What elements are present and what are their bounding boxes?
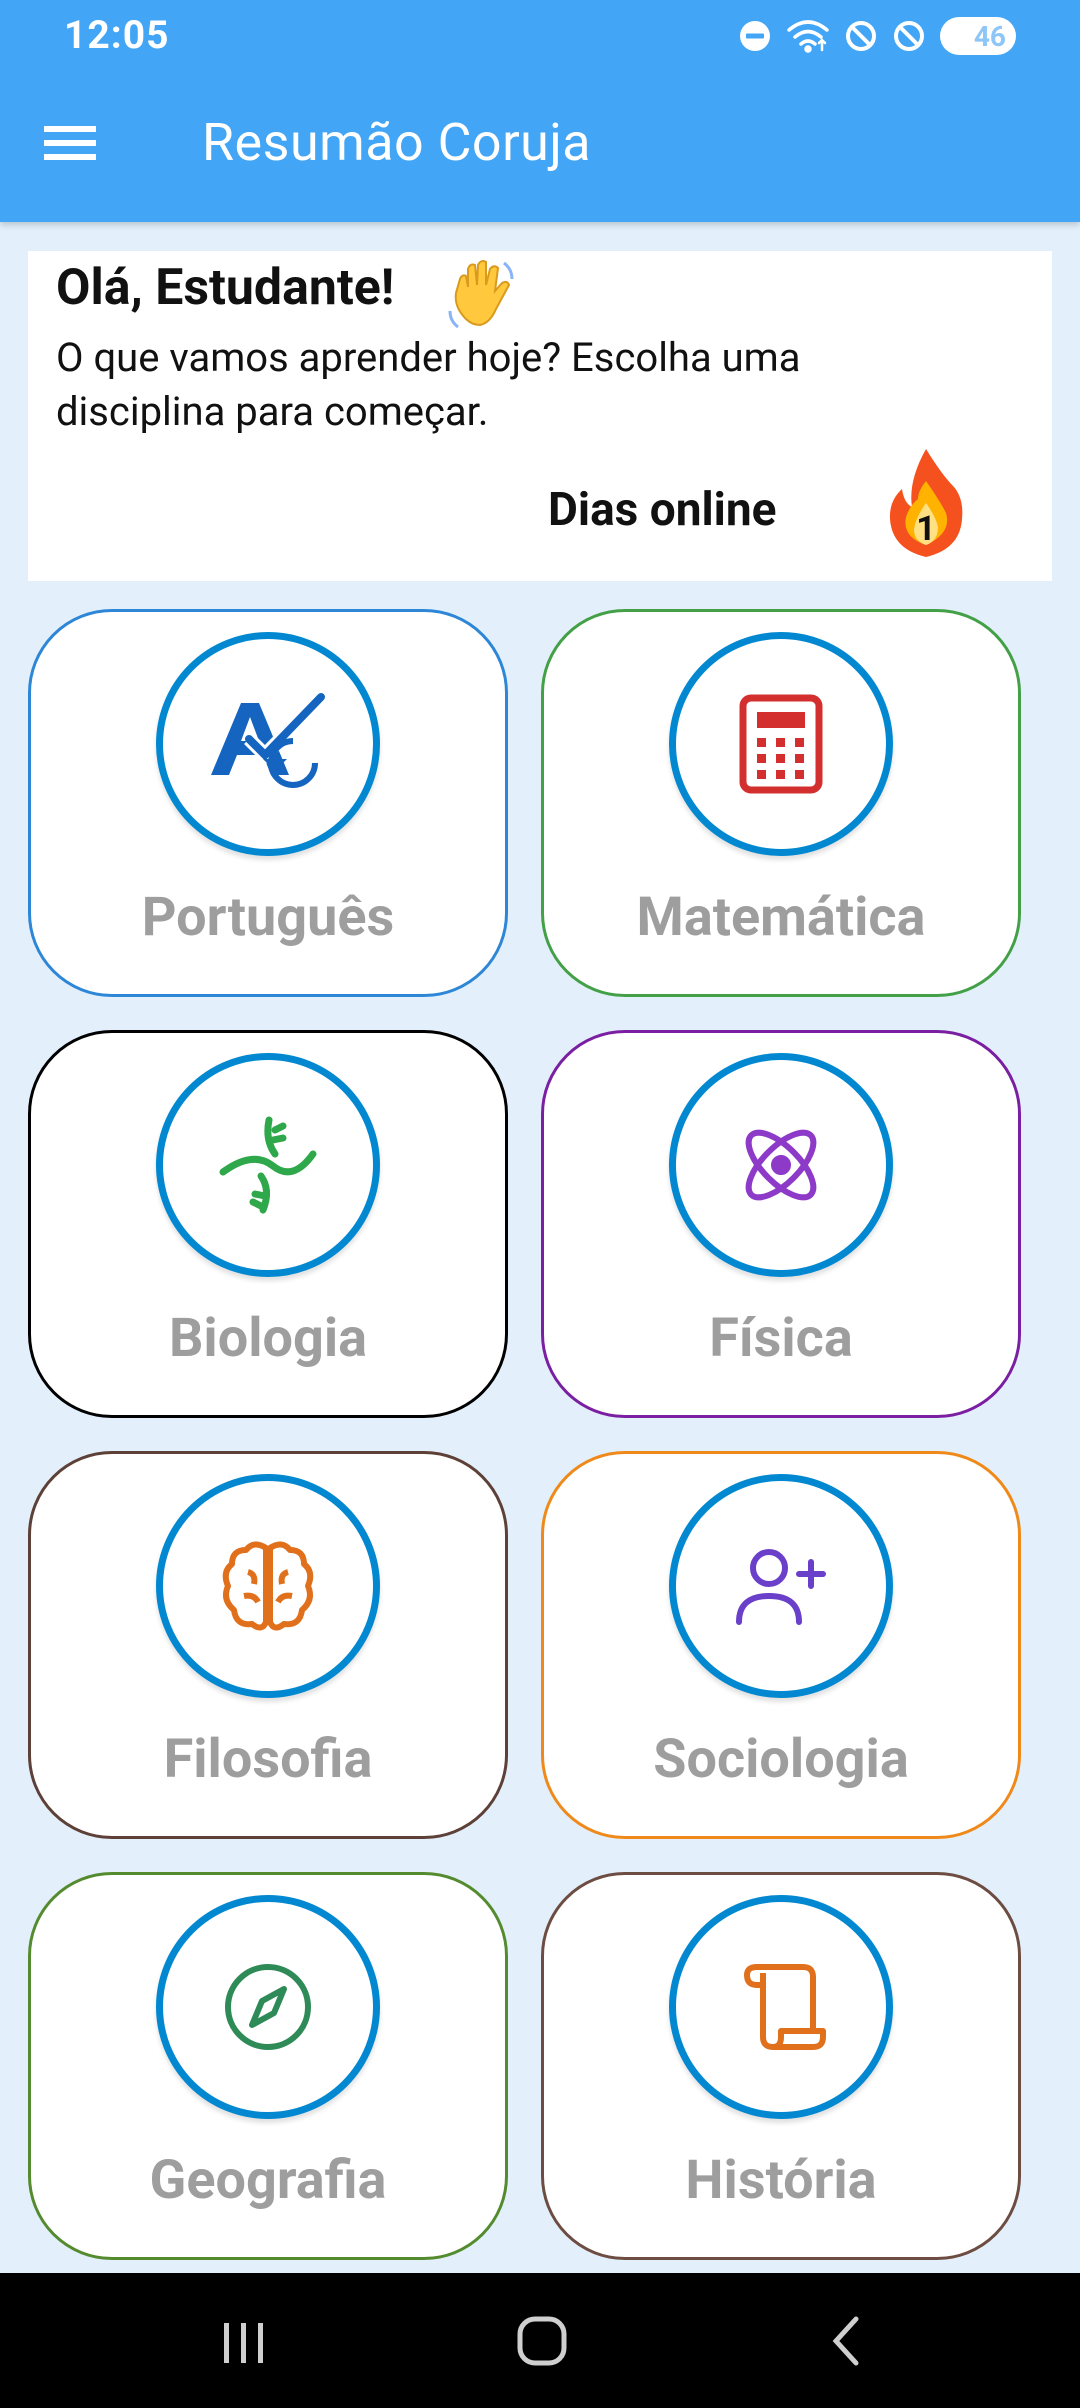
days-online-count: 1 [916,509,936,549]
subject-label: Física [709,1307,853,1370]
home-icon [517,2316,567,2366]
subject-card-historia[interactable]: História [541,1872,1021,2260]
blocked-icon [892,19,926,53]
battery-indicator: 46 [940,17,1016,55]
greeting-title: Olá, Estudante! [56,259,395,317]
subject-card-sociologia[interactable]: Sociologia [541,1451,1021,1839]
battery-level: 46 [973,19,1006,53]
do-not-disturb-icon [738,19,772,53]
system-nav-bar [0,2273,1080,2408]
atom-icon [745,1129,817,1201]
hamburger-menu-icon [44,126,96,160]
wifi-icon [786,18,830,54]
back-icon [832,2316,859,2366]
subject-icon-circle [669,1053,893,1277]
subject-card-matematica[interactable]: Matemática [541,609,1021,997]
dna-icon [219,1116,317,1214]
subject-icon-circle [156,632,380,856]
subject-card-biologia[interactable]: Biologia [28,1030,508,1418]
subject-label: Biologia [168,1307,368,1370]
calculator-icon [739,694,823,794]
subject-label: História [685,2149,877,2212]
subject-icon-circle [156,1053,380,1277]
status-icons: 46 [738,16,1016,56]
subject-icon-circle [156,1474,380,1698]
fire-streak-icon: 1 [856,441,996,571]
subject-icon-circle [156,1895,380,2119]
subject-card-fisica[interactable]: Física [541,1030,1021,1418]
scroll-icon [744,1964,826,2050]
user-plus-icon [736,1549,826,1625]
brain-icon [222,1541,314,1631]
subject-label: Matemática [636,886,926,949]
waving-hand-icon [446,257,518,337]
subject-card-portugues[interactable]: Português [28,609,508,997]
days-online-label: Dias online [548,483,777,537]
subject-card-geografia[interactable]: Geografia [28,1872,508,2260]
subject-card-filosofia[interactable]: Filosofia [28,1451,508,1839]
home-button[interactable] [514,2305,570,2373]
greeting-card: Olá, Estudante! O que vamos aprender hoj… [28,251,1052,581]
greeting-subtitle: O que vamos aprender hoje? Escolha uma d… [56,334,801,435]
menu-button[interactable] [44,116,114,172]
subject-icon-circle [669,1474,893,1698]
back-button[interactable] [826,2305,866,2373]
status-time: 12:05 [64,12,170,58]
subject-label: Geografia [149,2149,387,2212]
subject-label: Português [141,886,395,949]
subject-label: Filosofia [163,1728,373,1791]
portuguese-check-icon [211,692,327,788]
blocked-icon [844,19,878,53]
app-bar: 12:05 46 Resumão Coruja [0,0,1080,222]
subject-icon-circle [669,1895,893,2119]
recent-apps-icon [224,2323,263,2363]
subject-icon-circle [669,632,893,856]
compass-icon [225,1964,311,2050]
recent-apps-button[interactable] [218,2305,270,2373]
app-title: Resumão Coruja [202,112,592,173]
subject-label: Sociologia [653,1728,909,1791]
